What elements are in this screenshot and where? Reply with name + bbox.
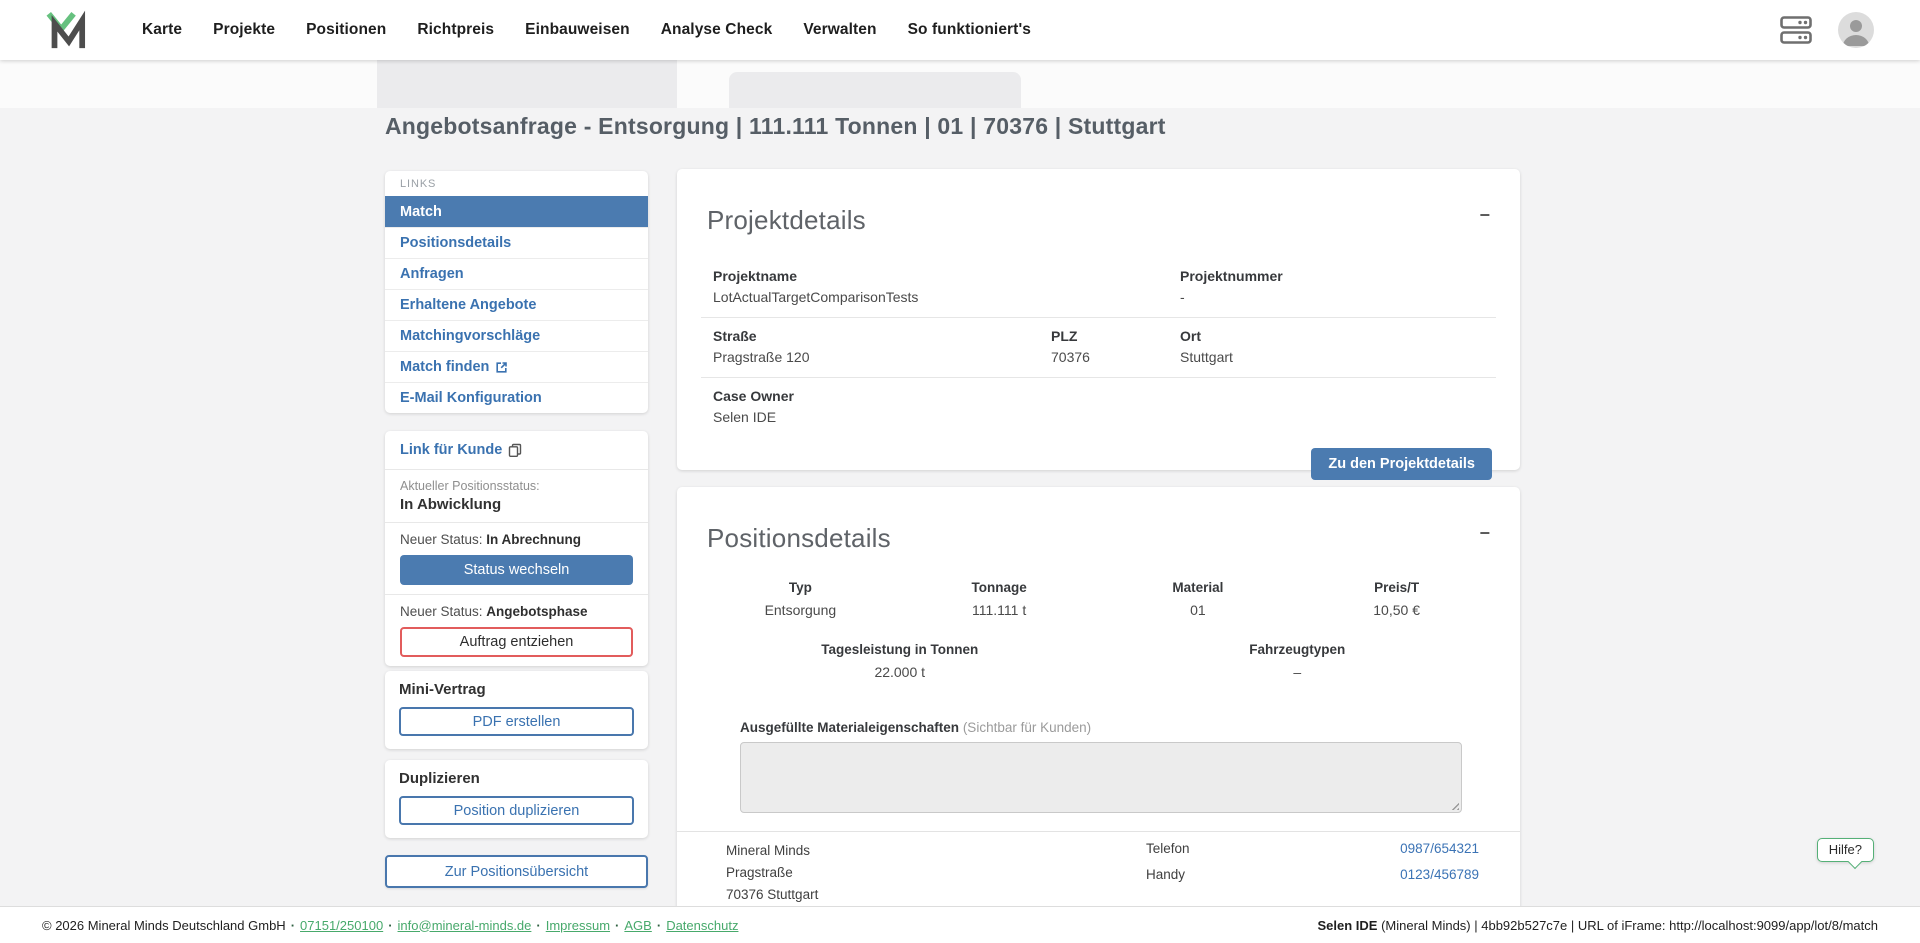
duplizieren-card: Duplizieren Position duplizieren — [385, 760, 648, 838]
handy-label: Handy — [1146, 867, 1185, 882]
case-owner-label: Case Owner — [713, 388, 1484, 404]
positionsdetails-card: Positionsdetails − Typ Entsorgung Tonnag… — [677, 487, 1520, 937]
status-card: Link für Kunde Aktueller Positionsstatus… — [385, 431, 648, 666]
strasse-value: Pragstraße 120 — [713, 349, 1051, 365]
mineral-minds-logo-icon[interactable] — [42, 9, 88, 51]
current-status-value: In Abwicklung — [400, 496, 633, 513]
mini-vertrag-card: Mini-Vertrag PDF erstellen — [385, 671, 648, 749]
collapse-icon[interactable]: − — [1479, 205, 1490, 225]
typ-value: Entsorgung — [701, 602, 900, 618]
telefon-link[interactable]: 0987/654321 — [1400, 841, 1479, 856]
ort-label: Ort — [1180, 328, 1484, 344]
footer-agb-link[interactable]: AGB — [624, 918, 651, 933]
projektnummer-label: Projektnummer — [1180, 268, 1484, 284]
user-avatar[interactable] — [1838, 12, 1874, 48]
hilfe-button[interactable]: Hilfe? — [1817, 838, 1874, 862]
tagesleistung-label: Tagesleistung in Tonnen — [701, 642, 1099, 657]
projektname-value: LotActualTargetComparisonTests — [713, 289, 1180, 305]
projektname-label: Projektname — [713, 268, 1180, 284]
sidebar-links-card: LINKS Match Positionsdetails Anfragen Er… — [385, 171, 648, 413]
contact-city: 70376 Stuttgart — [726, 884, 818, 906]
projektdetails-card: Projektdetails − Projektname LotActualTa… — [677, 169, 1520, 470]
current-status-label: Aktueller Positionsstatus: — [400, 479, 633, 493]
nav-item-positionen[interactable]: Positionen — [306, 21, 386, 39]
sidebar-item-match-finden[interactable]: Match finden — [385, 351, 648, 382]
sidebar-item-anfragen[interactable]: Anfragen — [385, 258, 648, 289]
scrolled-element-remnant — [377, 60, 677, 108]
nav-item-einbauweisen[interactable]: Einbauweisen — [525, 21, 630, 39]
sidebar-item-label: Match finden — [400, 359, 489, 375]
nav-item-verwalten[interactable]: Verwalten — [803, 21, 876, 39]
copy-icon — [508, 443, 522, 457]
footer-copyright: © 2026 Mineral Minds Deutschland GmbH — [42, 918, 286, 933]
nav-item-karte[interactable]: Karte — [142, 21, 182, 39]
projektnummer-value: - — [1180, 289, 1484, 305]
footer-phone-link[interactable]: 07151/250100 — [300, 918, 383, 933]
ort-value: Stuttgart — [1180, 349, 1484, 365]
collapse-icon[interactable]: − — [1479, 523, 1490, 543]
pdf-erstellen-button[interactable]: PDF erstellen — [399, 707, 634, 736]
fahrzeugtypen-label: Fahrzeugtypen — [1099, 642, 1497, 657]
fahrzeugtypen-value: – — [1099, 664, 1497, 680]
tonnage-value: 111.111 t — [900, 602, 1099, 618]
person-icon — [1838, 12, 1874, 48]
server-icon[interactable] — [1780, 16, 1812, 44]
tagesleistung-value: 22.000 t — [701, 664, 1099, 680]
typ-label: Typ — [701, 580, 900, 595]
session-info: Selen IDE (Mineral Minds) | 4bb92b527c7e… — [1317, 918, 1878, 933]
nav-item-projekte[interactable]: Projekte — [213, 21, 275, 39]
external-link-icon — [495, 361, 508, 374]
sidebar-item-email-konfiguration[interactable]: E-Mail Konfiguration — [385, 382, 648, 413]
material-label: Material — [1099, 580, 1298, 595]
zu-den-projektdetails-button[interactable]: Zu den Projektdetails — [1311, 448, 1492, 480]
sidebar-item-match[interactable]: Match — [385, 196, 648, 227]
duplizieren-title: Duplizieren — [399, 770, 634, 787]
subnav-strip — [0, 60, 1920, 108]
case-owner-value: Selen IDE — [713, 409, 1484, 425]
auftrag-entziehen-button[interactable]: Auftrag entziehen — [400, 627, 633, 657]
main-menu: Karte Projekte Positionen Richtpreis Ein… — [142, 21, 1031, 39]
link-fuer-kunde-label: Link für Kunde — [400, 442, 502, 458]
handy-link[interactable]: 0123/456789 — [1400, 867, 1479, 882]
link-fuer-kunde[interactable]: Link für Kunde — [400, 440, 522, 460]
footer-datenschutz-link[interactable]: Datenschutz — [666, 918, 738, 933]
footer-email-link[interactable]: info@mineral-minds.de — [398, 918, 532, 933]
footer-impressum-link[interactable]: Impressum — [546, 918, 610, 933]
plz-label: PLZ — [1051, 328, 1180, 344]
material-value: 01 — [1099, 602, 1298, 618]
footer: © 2026 Mineral Minds Deutschland GmbH · … — [0, 906, 1920, 943]
projektdetails-title: Projektdetails — [677, 169, 1520, 236]
preis-label: Preis/T — [1297, 580, 1496, 595]
top-navigation-bar: Karte Projekte Positionen Richtpreis Ein… — [0, 0, 1920, 60]
preis-value: 10,50 € — [1297, 602, 1496, 618]
contact-street: Pragstraße — [726, 862, 818, 884]
nav-item-richtpreis[interactable]: Richtpreis — [417, 21, 494, 39]
mini-vertrag-title: Mini-Vertrag — [399, 681, 634, 698]
strasse-label: Straße — [713, 328, 1051, 344]
nav-item-analyse-check[interactable]: Analyse Check — [661, 21, 773, 39]
material-properties-textarea[interactable] — [740, 742, 1462, 813]
links-header: LINKS — [385, 171, 648, 196]
sidebar-item-matchingvorschlaege[interactable]: Matchingvorschläge — [385, 320, 648, 351]
zur-positionsuebersicht-button[interactable]: Zur Positionsübersicht — [385, 855, 648, 888]
position-duplizieren-button[interactable]: Position duplizieren — [399, 796, 634, 825]
nav-item-so-funktionierts[interactable]: So funktioniert's — [908, 21, 1031, 39]
new-status-line-2: Neuer Status: Angebotsphase — [400, 604, 633, 619]
positionsdetails-title: Positionsdetails — [677, 487, 1520, 554]
scrolled-element-remnant — [729, 72, 1021, 108]
tonnage-label: Tonnage — [900, 580, 1099, 595]
page-title: Angebotsanfrage - Entsorgung | 111.111 T… — [385, 113, 1515, 140]
status-wechseln-button[interactable]: Status wechseln — [400, 555, 633, 585]
material-properties-label: Ausgefüllte Materialeigenschaften (Sicht… — [740, 720, 1462, 735]
new-status-line-1: Neuer Status: In Abrechnung — [400, 532, 633, 547]
plz-value: 70376 — [1051, 349, 1180, 365]
contact-company: Mineral Minds — [726, 840, 818, 862]
sidebar-item-erhaltene-angebote[interactable]: Erhaltene Angebote — [385, 289, 648, 320]
telefon-label: Telefon — [1146, 841, 1190, 856]
sidebar-item-positionsdetails[interactable]: Positionsdetails — [385, 227, 648, 258]
